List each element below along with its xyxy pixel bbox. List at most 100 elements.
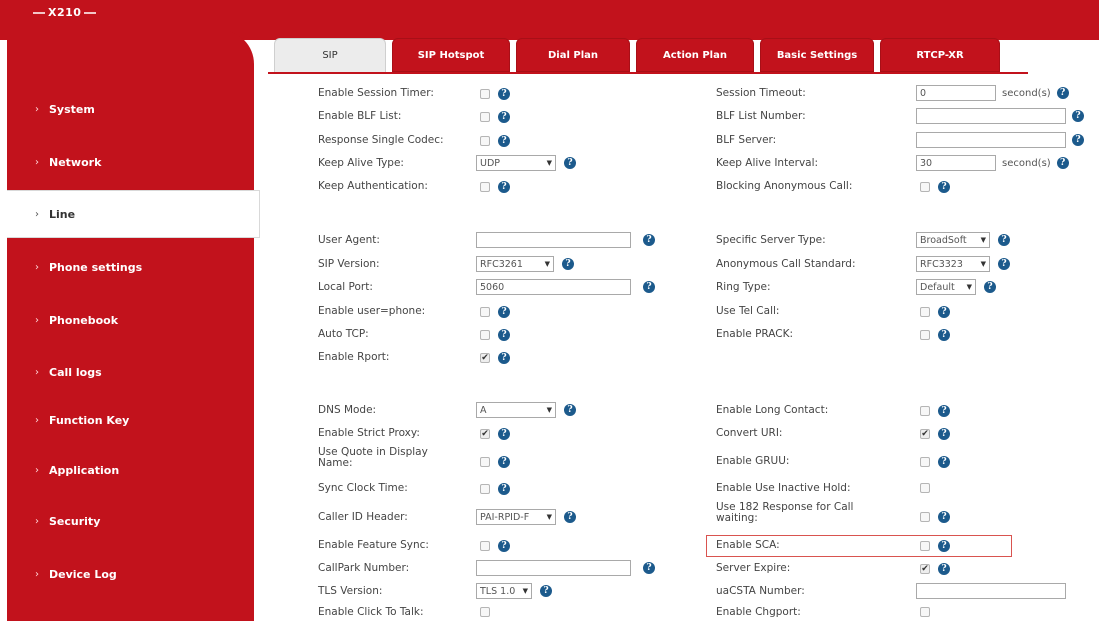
callpark-number-input[interactable] — [476, 560, 631, 576]
help-icon[interactable]: ? — [498, 540, 510, 552]
sidebar-item-system[interactable]: › System — [7, 85, 254, 133]
help-icon[interactable]: ? — [643, 562, 655, 574]
device-logo: X210 — [30, 6, 99, 19]
help-icon[interactable]: ? — [938, 456, 950, 468]
help-icon[interactable]: ? — [498, 428, 510, 440]
blocking-anonymous-call-checkbox[interactable] — [920, 182, 930, 192]
help-icon[interactable]: ? — [938, 511, 950, 523]
help-icon[interactable]: ? — [643, 281, 655, 293]
ring-type-select[interactable]: Default ▼ — [916, 279, 976, 295]
enable-prack-checkbox[interactable] — [920, 330, 930, 340]
local-port-input[interactable]: 5060 — [476, 279, 631, 295]
help-icon[interactable]: ? — [498, 306, 510, 318]
sidebar-item-application[interactable]: › Application — [7, 446, 254, 494]
help-icon[interactable]: ? — [938, 329, 950, 341]
chevron-right-icon: › — [35, 156, 39, 168]
help-icon[interactable]: ? — [498, 181, 510, 193]
sync-clock-time-checkbox[interactable] — [480, 484, 490, 494]
dropdown-arrow-icon: ▼ — [966, 283, 972, 291]
help-icon[interactable]: ? — [564, 404, 576, 416]
help-icon[interactable]: ? — [498, 88, 510, 100]
session-timeout-input[interactable]: 0 — [916, 85, 996, 101]
help-icon[interactable]: ? — [938, 181, 950, 193]
uacsta-number-input[interactable] — [916, 583, 1066, 599]
tab-dial-plan[interactable]: Dial Plan — [516, 38, 630, 72]
help-icon[interactable]: ? — [498, 111, 510, 123]
convert-uri-control: ✔? — [920, 428, 950, 440]
tls-version-select[interactable]: TLS 1.0 ▼ — [476, 583, 532, 599]
keep-alive-interval-input[interactable]: 30 — [916, 155, 996, 171]
chevron-right-icon: › — [35, 103, 39, 115]
sidebar-item-security[interactable]: › Security — [7, 497, 254, 545]
help-icon[interactable]: ? — [938, 405, 950, 417]
label-use-tel-call: Use Tel Call: — [716, 305, 780, 317]
dropdown-arrow-icon: ▼ — [522, 587, 528, 595]
anonymous-call-standard-select[interactable]: RFC3323 ▼ — [916, 256, 990, 272]
help-icon[interactable]: ? — [938, 540, 950, 552]
use-tel-call-checkbox[interactable] — [920, 307, 930, 317]
help-icon[interactable]: ? — [1056, 157, 1069, 169]
enable-strict-proxy-checkbox[interactable]: ✔ — [480, 429, 490, 439]
help-icon[interactable]: ? — [1072, 110, 1084, 122]
enable-gruu-checkbox[interactable] — [920, 457, 930, 467]
enable-sca-checkbox[interactable] — [920, 541, 930, 551]
enable-click-to-talk-checkbox[interactable] — [480, 607, 490, 617]
convert-uri-checkbox[interactable]: ✔ — [920, 429, 930, 439]
sidebar-item-network[interactable]: › Network — [7, 138, 254, 186]
enable-session-timer-checkbox[interactable] — [480, 89, 490, 99]
help-icon[interactable]: ? — [540, 585, 552, 597]
caller-id-header-select[interactable]: PAI-RPID-F ▼ — [476, 509, 556, 525]
specific-server-type-select[interactable]: BroadSoft ▼ — [916, 232, 990, 248]
enable-long-contact-checkbox[interactable] — [920, 406, 930, 416]
help-icon[interactable]: ? — [498, 352, 510, 364]
label-auto-tcp: Auto TCP: — [318, 328, 369, 340]
keep-authentication-checkbox[interactable] — [480, 182, 490, 192]
use-quote-checkbox[interactable] — [480, 457, 490, 467]
sidebar-item-line[interactable]: › Line — [7, 190, 260, 238]
help-icon[interactable]: ? — [498, 135, 510, 147]
user-agent-input[interactable] — [476, 232, 631, 248]
blf-list-number-input[interactable] — [916, 108, 1066, 124]
enable-use-inactive-hold-checkbox[interactable] — [920, 483, 930, 493]
auto-tcp-checkbox[interactable] — [480, 330, 490, 340]
dns-mode-select[interactable]: A ▼ — [476, 402, 556, 418]
sidebar-item-device-log[interactable]: › Device Log — [7, 550, 254, 598]
help-icon[interactable]: ? — [643, 234, 655, 246]
help-icon[interactable]: ? — [564, 511, 576, 523]
help-icon[interactable]: ? — [998, 258, 1010, 270]
enable-rport-checkbox[interactable]: ✔ — [480, 353, 490, 363]
enable-blf-list-checkbox[interactable] — [480, 112, 490, 122]
help-icon[interactable]: ? — [984, 281, 996, 293]
server-expire-checkbox[interactable]: ✔ — [920, 564, 930, 574]
help-icon[interactable]: ? — [498, 483, 510, 495]
tab-sip[interactable]: SIP — [274, 38, 386, 72]
help-icon[interactable]: ? — [498, 329, 510, 341]
sidebar-item-function-key[interactable]: › Function Key — [7, 396, 254, 444]
help-icon[interactable]: ? — [998, 234, 1010, 246]
tab-rtcp-xr[interactable]: RTCP-XR — [880, 38, 1000, 72]
help-icon[interactable]: ? — [938, 563, 950, 575]
sidebar-item-phone-settings[interactable]: › Phone settings — [7, 243, 254, 291]
enable-user-phone-checkbox[interactable] — [480, 307, 490, 317]
help-icon[interactable]: ? — [1072, 134, 1084, 146]
chevron-right-icon: › — [35, 568, 39, 580]
keep-alive-type-select[interactable]: UDP ▼ — [476, 155, 556, 171]
sidebar-item-call-logs[interactable]: › Call logs — [7, 348, 254, 396]
tab-basic-settings[interactable]: Basic Settings — [760, 38, 874, 72]
enable-chgport-checkbox[interactable] — [920, 607, 930, 617]
sidebar-item-phonebook[interactable]: › Phonebook — [7, 296, 254, 344]
tab-sip-hotspot[interactable]: SIP Hotspot — [392, 38, 510, 72]
help-icon[interactable]: ? — [562, 258, 574, 270]
use-182-response-checkbox[interactable] — [920, 512, 930, 522]
label-user-agent: User Agent: — [318, 234, 380, 246]
help-icon[interactable]: ? — [938, 428, 950, 440]
help-icon[interactable]: ? — [1056, 87, 1069, 99]
response-single-codec-checkbox[interactable] — [480, 136, 490, 146]
help-icon[interactable]: ? — [498, 456, 510, 468]
blf-server-input[interactable] — [916, 132, 1066, 148]
help-icon[interactable]: ? — [564, 157, 576, 169]
help-icon[interactable]: ? — [938, 306, 950, 318]
enable-feature-sync-checkbox[interactable] — [480, 541, 490, 551]
sip-version-select[interactable]: RFC3261 ▼ — [476, 256, 554, 272]
tab-action-plan[interactable]: Action Plan — [636, 38, 754, 72]
